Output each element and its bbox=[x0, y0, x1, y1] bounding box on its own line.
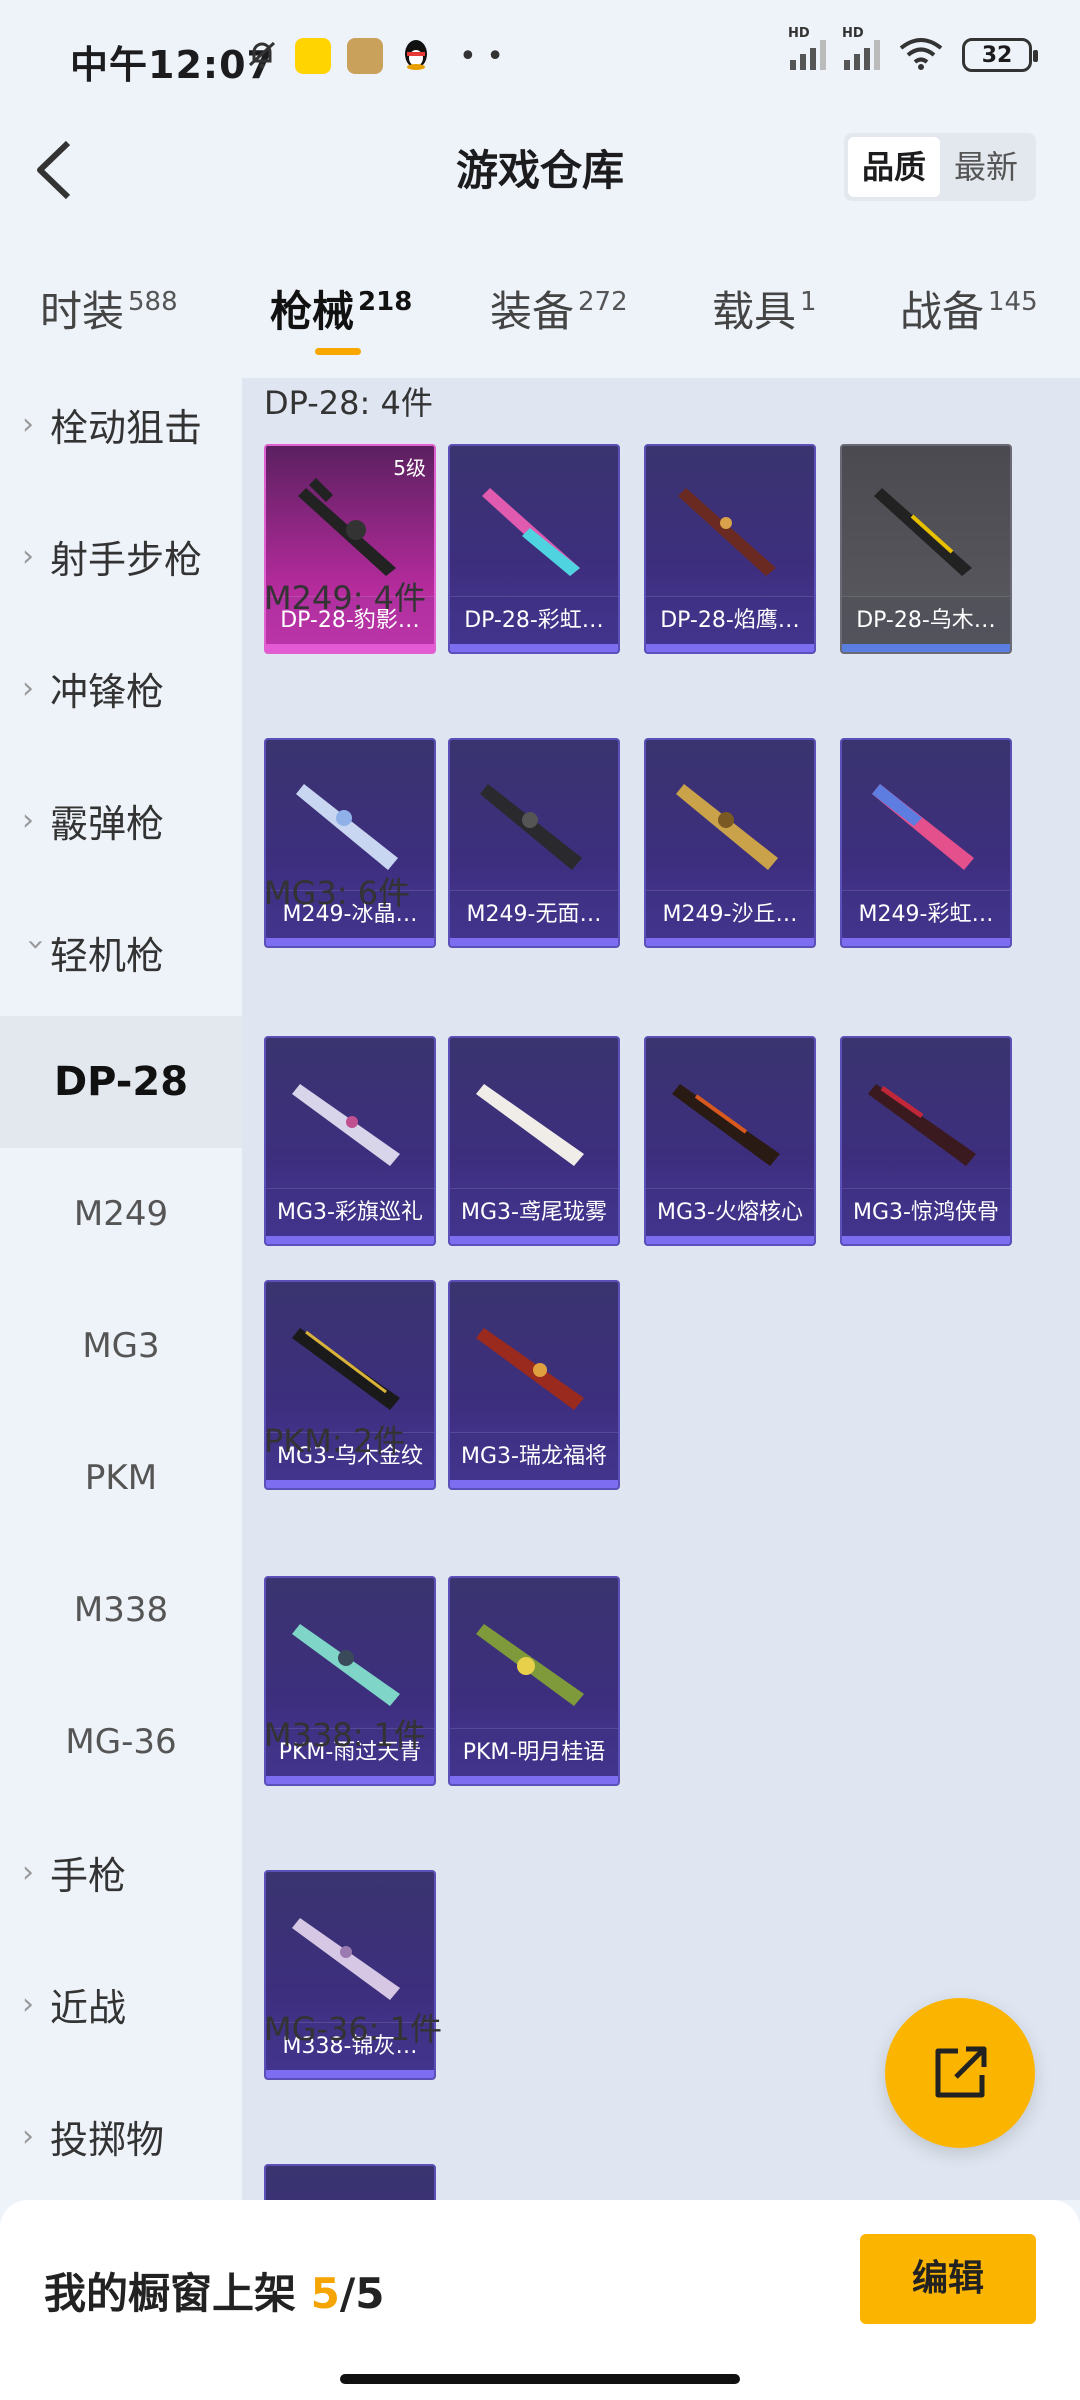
chevron-down-icon: › bbox=[18, 938, 54, 950]
machine-gun-icon bbox=[482, 488, 580, 576]
app-icon-yellow bbox=[295, 38, 331, 74]
sidebar-item-marksman-rifle[interactable]: › 射手步枪 bbox=[0, 490, 242, 622]
chevron-right-icon: › bbox=[22, 1986, 34, 2022]
machine-gun-icon bbox=[676, 784, 778, 870]
status-bar: 中午12:07 • • HD HD 32 bbox=[0, 0, 1080, 115]
weapon-skin-card[interactable]: MG3-彩旗巡礼 bbox=[264, 1036, 436, 1246]
section-title-mg36: MG-36: 1件 bbox=[264, 2010, 442, 2048]
weapon-skin-card[interactable]: 5级 DP-28-豹影… bbox=[264, 444, 436, 654]
chevron-right-icon: › bbox=[22, 670, 34, 706]
weapon-skin-card[interactable]: MG3-火熔核心 bbox=[644, 1036, 816, 1246]
machine-gun-icon bbox=[874, 488, 972, 576]
weapon-category-sidebar: › 栓动狙击 › 射手步枪 › 冲锋枪 › 霰弹枪 › 轻机枪 DP-28 M249 MG… bbox=[0, 378, 242, 2200]
sidebar-subitem-m249[interactable]: M249 bbox=[0, 1148, 242, 1280]
tab-firearms[interactable]: 枪械 218 bbox=[270, 278, 412, 339]
machine-gun-icon bbox=[678, 488, 776, 576]
tab-fashion[interactable]: 时装 588 bbox=[40, 278, 178, 339]
top-header: 游戏仓库 品质 最新 bbox=[0, 115, 1080, 225]
sidebar-item-pistol[interactable]: › 手枪 bbox=[0, 1806, 242, 1938]
sidebar-item-smg[interactable]: › 冲锋枪 bbox=[0, 622, 242, 754]
mute-bell-icon bbox=[245, 37, 279, 75]
sort-latest-button[interactable]: 最新 bbox=[940, 137, 1032, 197]
weapon-skin-card[interactable]: DP-28-彩虹… bbox=[448, 444, 620, 654]
sidebar-item-melee[interactable]: › 近战 bbox=[0, 1938, 242, 2070]
weapon-skin-card[interactable]: M249-冰晶… bbox=[264, 738, 436, 948]
weapon-skin-card[interactable]: DP-28-乌木… bbox=[840, 444, 1012, 654]
sidebar-subitem-m338[interactable]: M338 bbox=[0, 1544, 242, 1676]
weapon-skin-card[interactable]: M249-无面… bbox=[448, 738, 620, 948]
sidebar-subitem-mg3[interactable]: MG3 bbox=[0, 1280, 242, 1412]
machine-gun-icon bbox=[292, 1084, 400, 1166]
sidebar-item-shotgun[interactable]: › 霰弹枪 bbox=[0, 754, 242, 886]
machine-gun-icon bbox=[296, 784, 398, 870]
chevron-right-icon: › bbox=[22, 802, 34, 838]
section-title-mg3: MG3: 6件 bbox=[264, 874, 411, 912]
machine-gun-icon bbox=[868, 1084, 976, 1166]
status-time: 中午12:07 bbox=[70, 43, 274, 87]
active-tab-indicator bbox=[315, 348, 361, 355]
section-title-pkm: PKM: 2件 bbox=[264, 1422, 406, 1460]
app-icon-game bbox=[347, 38, 383, 74]
sidebar-item-throwables[interactable]: › 投掷物 bbox=[0, 2070, 242, 2202]
external-link-icon bbox=[935, 2046, 987, 2098]
battery-icon: 32 bbox=[962, 38, 1038, 72]
section-title-m249: M249: 4件 bbox=[264, 579, 427, 617]
status-notification-icons: • • bbox=[245, 36, 504, 76]
share-fab-button[interactable] bbox=[885, 1998, 1035, 2148]
qq-penguin-icon bbox=[399, 36, 433, 76]
machine-gun-icon bbox=[292, 1624, 400, 1706]
machine-gun-icon bbox=[292, 1918, 400, 2000]
weapon-skin-card[interactable]: MG3-鸢尾珑雾 bbox=[448, 1036, 620, 1246]
status-system-icons: HD HD 32 bbox=[788, 26, 1038, 74]
category-tabs: 时装 588 枪械 218 装备 272 载具 1 战备 145 bbox=[0, 268, 1080, 360]
machine-gun-icon bbox=[672, 1084, 780, 1166]
sidebar-item-bolt-sniper[interactable]: › 栓动狙击 bbox=[0, 358, 242, 490]
chevron-right-icon: › bbox=[22, 406, 34, 442]
weapon-skin-grid: DP-28: 4件 5级 DP-28-豹影… DP-28-彩虹… DP-28-焰… bbox=[242, 378, 1080, 2200]
sidebar-item-lmg[interactable]: › 轻机枪 bbox=[0, 886, 242, 1018]
chevron-right-icon: › bbox=[22, 2118, 34, 2154]
chevron-right-icon: › bbox=[22, 538, 34, 574]
home-indicator bbox=[340, 2374, 740, 2384]
weapon-skin-card[interactable]: M249-彩虹… bbox=[840, 738, 1012, 948]
sidebar-subitem-mg36[interactable]: MG-36 bbox=[0, 1676, 242, 1808]
sort-toggle: 品质 最新 bbox=[843, 133, 1036, 201]
chevron-right-icon: › bbox=[22, 1854, 34, 1890]
edit-button[interactable]: 编辑 bbox=[860, 2234, 1036, 2324]
weapon-skin-card[interactable]: MG3-惊鸿侠骨 bbox=[840, 1036, 1012, 1246]
section-title-dp28: DP-28: 4件 bbox=[264, 384, 433, 422]
tab-equipment[interactable]: 装备 272 bbox=[490, 278, 628, 339]
weapon-skin-card[interactable]: M249-沙丘… bbox=[644, 738, 816, 948]
machine-gun-icon bbox=[476, 1084, 584, 1166]
showcase-status: 我的橱窗上架 5/5 bbox=[44, 2269, 385, 2318]
weapon-skin-card[interactable] bbox=[264, 2164, 436, 2200]
machine-gun-icon bbox=[480, 784, 582, 870]
signal-icon-2: HD bbox=[842, 26, 880, 70]
machine-gun-icon bbox=[298, 477, 396, 576]
wifi-icon bbox=[898, 36, 944, 74]
tab-supplies[interactable]: 战备 145 bbox=[900, 278, 1038, 339]
more-dots-icon: • • bbox=[459, 38, 504, 74]
showcase-bar: 我的橱窗上架 5/5 编辑 bbox=[0, 2200, 1080, 2400]
machine-gun-icon bbox=[476, 1624, 584, 1706]
signal-icon: HD bbox=[788, 26, 826, 70]
weapon-skin-card[interactable]: DP-28-焰鹰… bbox=[644, 444, 816, 654]
weapon-skin-card[interactable]: PKM-明月桂语 bbox=[448, 1576, 620, 1786]
machine-gun-icon bbox=[872, 784, 974, 870]
tab-vehicles[interactable]: 载具 1 bbox=[712, 278, 817, 339]
machine-gun-icon bbox=[476, 1328, 584, 1410]
weapon-skin-card[interactable]: MG3-瑞龙福将 bbox=[448, 1280, 620, 1490]
sort-quality-button[interactable]: 品质 bbox=[847, 137, 940, 197]
section-title-m338: M338: 1件 bbox=[264, 1716, 427, 1754]
machine-gun-icon bbox=[292, 1328, 400, 1410]
sidebar-subitem-pkm[interactable]: PKM bbox=[0, 1412, 242, 1544]
sidebar-subitem-dp28[interactable]: DP-28 bbox=[0, 1016, 242, 1148]
